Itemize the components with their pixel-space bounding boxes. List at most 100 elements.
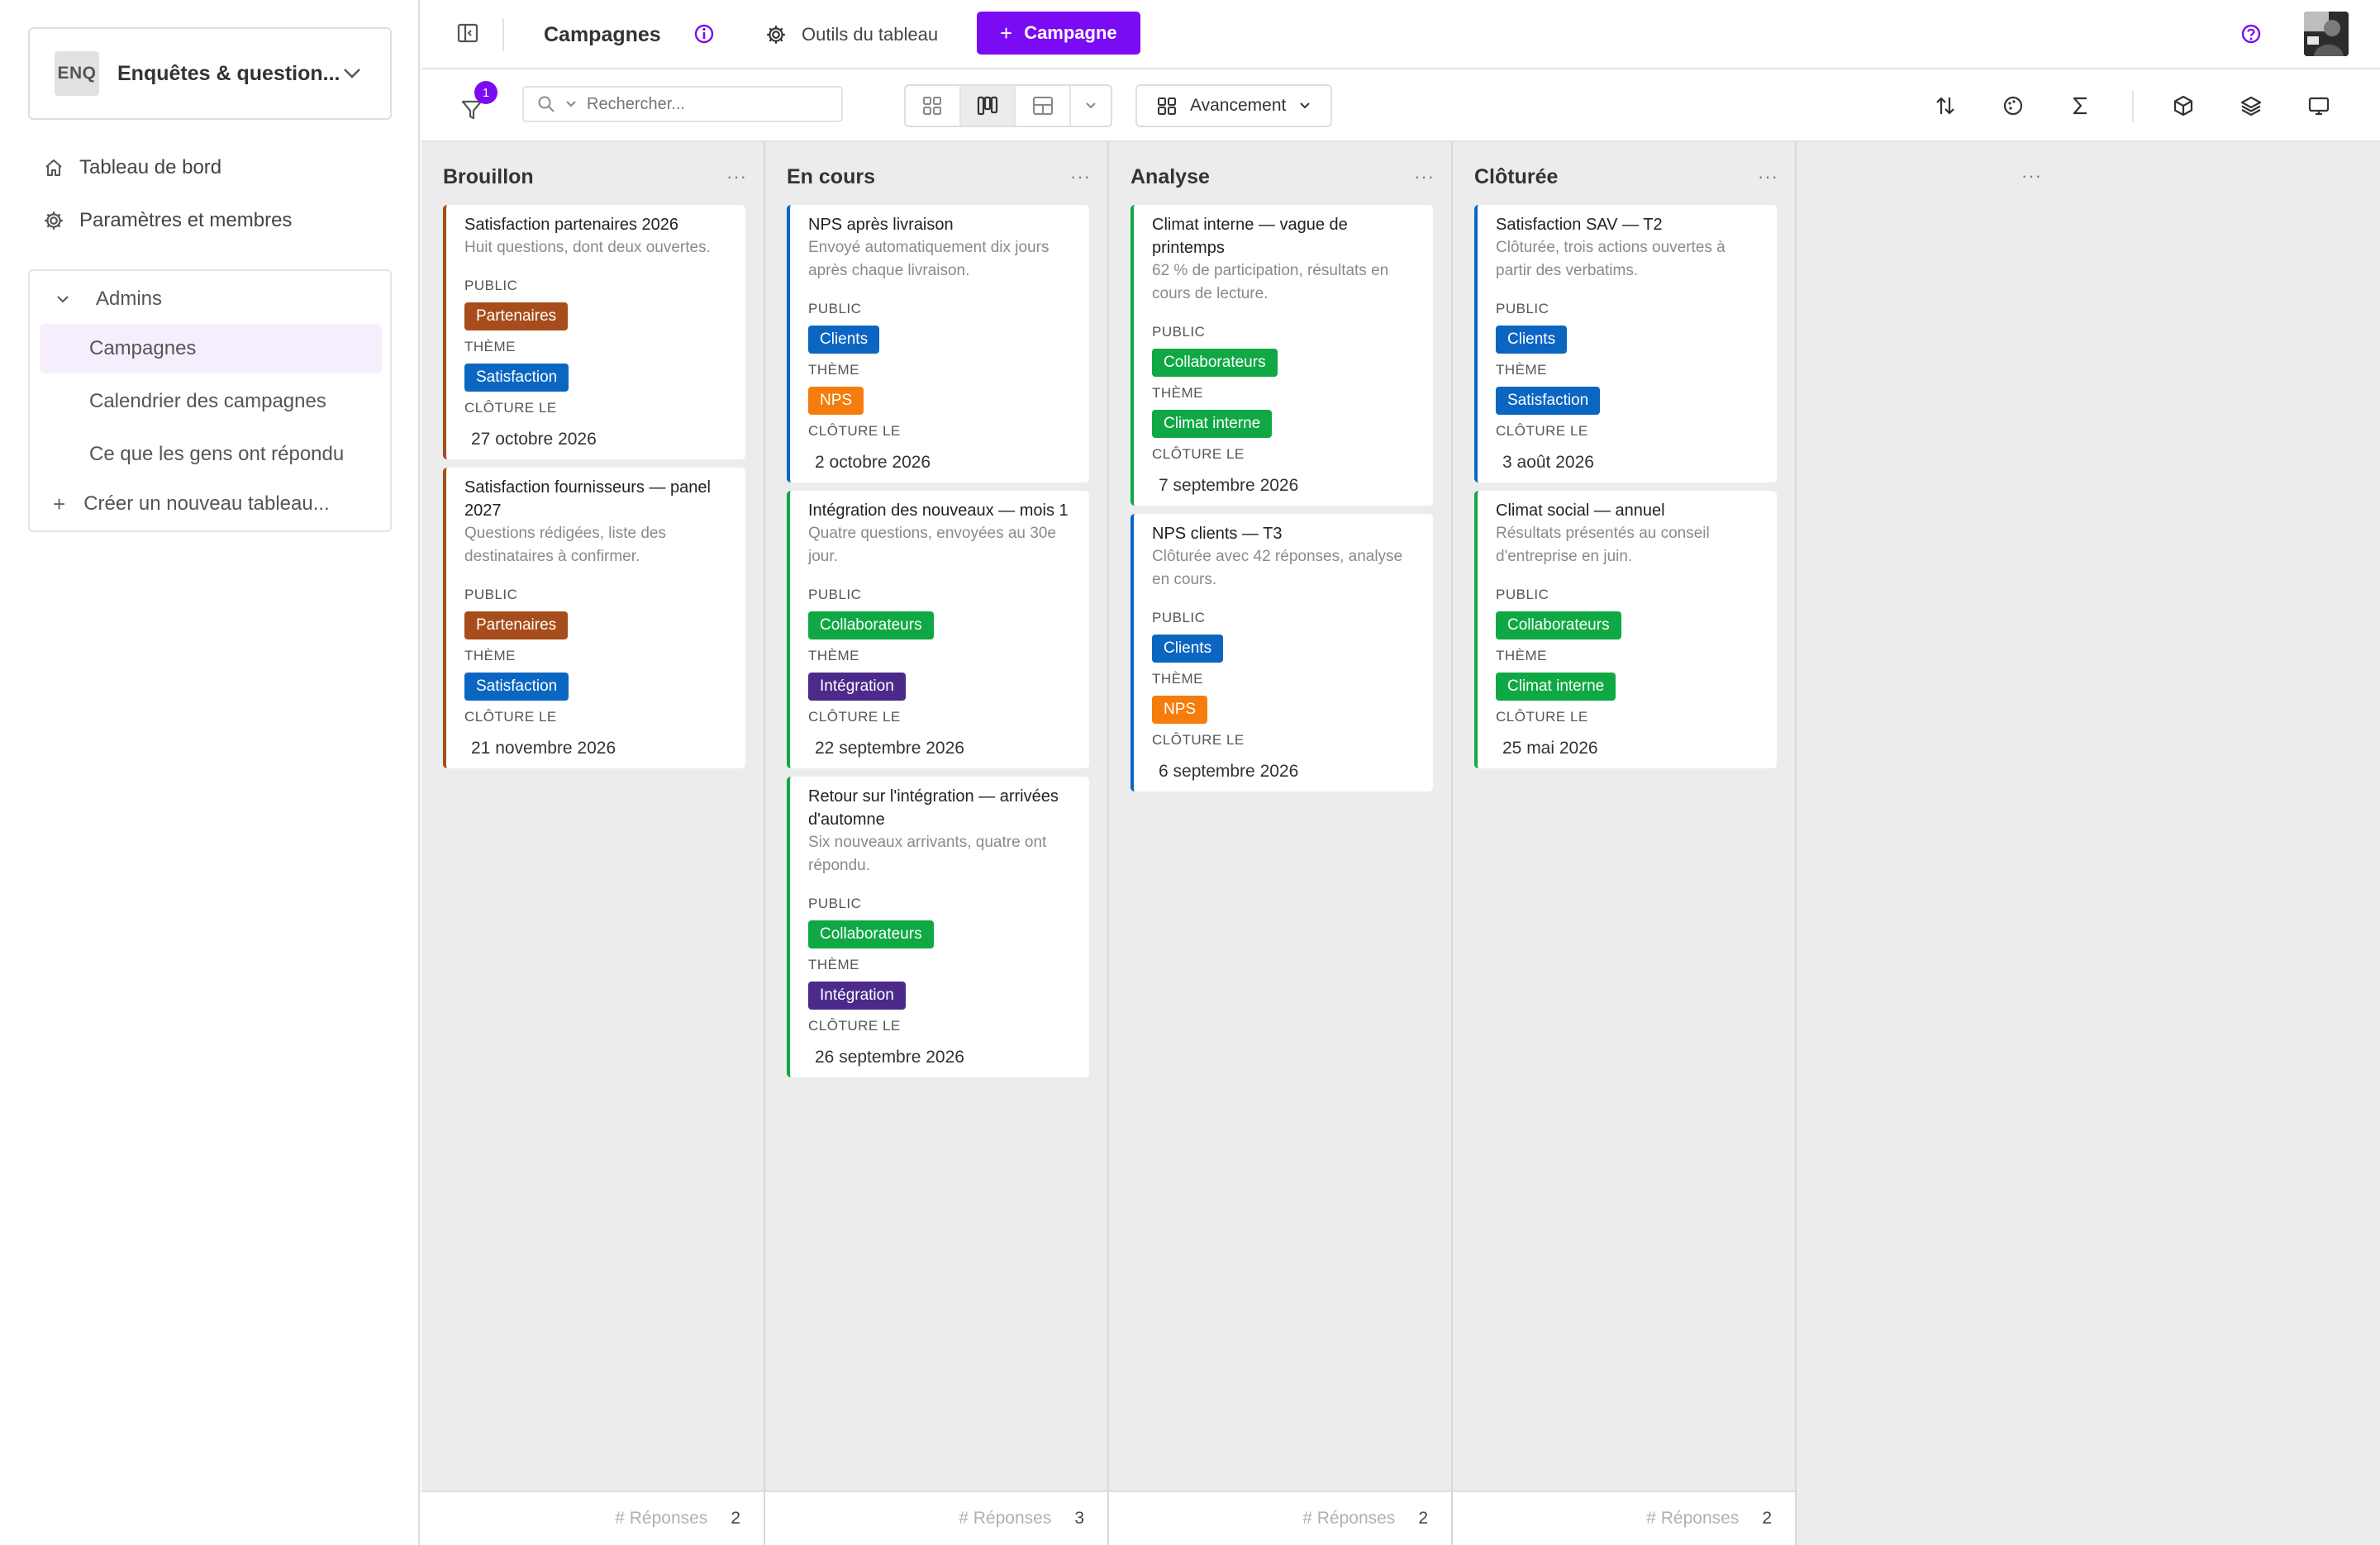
view-more-button[interactable]: [1071, 86, 1111, 126]
chevron-down-icon: [1085, 102, 1097, 110]
kanban-card[interactable]: Satisfaction fournisseurs — panel 2027 Qu…: [443, 468, 745, 768]
kanban-card[interactable]: NPS après livraison Envoyé automatiquemen…: [787, 205, 1089, 483]
summary-button[interactable]: [2064, 89, 2097, 122]
sidebar-group-admins: Admins Campagnes Calendrier des campagne…: [28, 269, 392, 532]
help-icon[interactable]: [2240, 22, 2263, 45]
kanban-card[interactable]: Satisfaction partenaires 2026 Huit questi…: [443, 205, 745, 459]
public-tag-row: Collaborateurs: [1152, 340, 1416, 377]
responses-label: # Réponses: [615, 1509, 708, 1528]
gear-icon: [765, 24, 787, 45]
sidebar-item-calendrier[interactable]: Calendrier des campagnes: [40, 377, 382, 426]
theme-tag-row: Climat interne: [1152, 402, 1416, 438]
public-tag: Clients: [1152, 635, 1224, 663]
grid-icon: [921, 94, 944, 117]
more-icon[interactable]: ···: [1758, 166, 1778, 188]
more-icon[interactable]: ···: [2021, 165, 2042, 187]
close-date: 3 août 2026: [1502, 453, 1594, 472]
field-label-public: PUBLIC: [1152, 610, 1206, 625]
close-date: 26 septembre 2026: [815, 1048, 964, 1067]
board-tools-button[interactable]: Outils du tableau: [765, 18, 938, 51]
more-icon[interactable]: ···: [1070, 166, 1091, 188]
app-root: ENQ Enquêtes & question... Tableau de bo…: [0, 0, 2380, 1545]
public-tag: Clients: [1496, 326, 1568, 354]
kanban-card[interactable]: Satisfaction SAV — T2 Clôturée, trois act…: [1474, 205, 1777, 483]
card-description: Huit questions, dont deux ouvertes.: [464, 239, 711, 256]
monitor-icon: [2307, 94, 2330, 117]
add-campaign-label: Campagne: [1024, 22, 1117, 43]
card-description: 62 % de participation, résultats en cour…: [1152, 262, 1389, 302]
card-title: Retour sur l'intégration — arrivées d'au…: [808, 787, 1059, 829]
card-description: Clôturée, trois actions ouvertes à parti…: [1496, 239, 1726, 279]
column-title: Analyse: [1130, 164, 1210, 188]
kanban-icon: [976, 94, 999, 117]
group-label: Admins: [96, 288, 163, 310]
kanban-card[interactable]: Retour sur l'intégration — arrivées d'au…: [787, 777, 1089, 1077]
more-icon[interactable]: ···: [726, 166, 747, 188]
avatar[interactable]: [2304, 12, 2349, 56]
view-kanban-button[interactable]: [960, 86, 1016, 126]
kanban-card[interactable]: Climat social — annuel Résultats présenté…: [1474, 491, 1777, 768]
kanban-card[interactable]: Climat interne — vague de printemps 62 % …: [1130, 205, 1433, 506]
field-label-public: PUBLIC: [464, 278, 518, 293]
chevron-down-icon[interactable]: [565, 100, 577, 108]
workspace-name: Enquêtes & question...: [117, 61, 339, 85]
search-box[interactable]: [522, 86, 843, 122]
empty-column: ···: [1797, 142, 2380, 1545]
kanban-column: Brouillon ··· Satisfaction partenaires 202…: [421, 142, 765, 1545]
card-description: Quatre questions, envoyées au 30e jour.: [808, 525, 1056, 565]
present-button[interactable]: [2302, 89, 2335, 122]
table-icon: [1031, 94, 1054, 117]
sort-icon: [1934, 94, 1957, 117]
create-board-button[interactable]: + Créer un nouveau tableau...: [53, 486, 330, 522]
column-header: Clôturée ···: [1474, 159, 1778, 195]
kanban-card[interactable]: Intégration des nouveaux — mois 1 Quatre …: [787, 491, 1089, 768]
info-icon[interactable]: [693, 22, 716, 45]
add-campaign-button[interactable]: + Campagne: [977, 12, 1140, 55]
sidebar-item-label: Paramètres et membres: [79, 209, 293, 231]
sort-button[interactable]: [1929, 89, 1962, 122]
theme-tag: Intégration: [808, 673, 906, 701]
topbar: Campagnes Outils du tableau + Campagne: [421, 0, 2380, 69]
card-description: Envoyé automatiquement dix jours après c…: [808, 239, 1050, 279]
field-label-theme: THÈME: [808, 648, 859, 663]
close-date: 21 novembre 2026: [471, 739, 616, 758]
responses-label: # Réponses: [959, 1509, 1052, 1528]
layers-button[interactable]: [2235, 89, 2268, 122]
field-label-public: PUBLIC: [1496, 587, 1549, 602]
sidebar-item-campagnes[interactable]: Campagnes: [40, 324, 382, 373]
view-table-button[interactable]: [1016, 86, 1072, 126]
public-tag-row: Clients: [808, 317, 1073, 354]
create-board-label: Créer un nouveau tableau...: [83, 492, 330, 515]
theme-tag: Satisfaction: [1496, 387, 1601, 415]
palette-icon: [2002, 94, 2025, 117]
group-by-select[interactable]: Avancement: [1135, 84, 1332, 127]
color-button[interactable]: [1997, 89, 2030, 122]
sidebar-item-settings[interactable]: Paramètres et membres: [43, 202, 292, 239]
public-tag-row: Clients: [1496, 317, 1760, 354]
field-label-theme: THÈME: [464, 648, 516, 663]
responses-label: # Réponses: [1302, 1509, 1396, 1528]
filter-count-badge: 1: [474, 81, 497, 104]
responses-label: # Réponses: [1646, 1509, 1740, 1528]
toggle-sidebar-button[interactable]: [456, 21, 479, 49]
public-tag: Collaborateurs: [808, 611, 934, 639]
sidebar-item-dashboard[interactable]: Tableau de bord: [43, 150, 221, 186]
workspace-switcher[interactable]: ENQ Enquêtes & question...: [28, 27, 392, 120]
close-date: 27 octobre 2026: [471, 430, 597, 449]
public-tag: Partenaires: [464, 302, 569, 330]
kanban-card[interactable]: NPS clients — T3 Clôturée avec 42 réponse…: [1130, 514, 1433, 792]
card-title: Climat interne — vague de printemps: [1152, 216, 1348, 257]
column-footer: # Réponses 2: [1453, 1490, 1795, 1545]
kanban-column: Clôturée ··· Satisfaction SAV — T2 Clôturée…: [1453, 142, 1797, 1545]
responses-count: 2: [1418, 1509, 1428, 1528]
view-gallery-button[interactable]: [906, 86, 961, 126]
search-icon: [537, 95, 555, 113]
public-tag-row: Collaborateurs: [1496, 603, 1760, 639]
field-label-closes: CLÔTURE LE: [808, 1018, 901, 1034]
group-toggle[interactable]: Admins: [56, 281, 162, 317]
search-input[interactable]: [587, 94, 785, 114]
sidebar-item-reponses[interactable]: Ce que les gens ont répondu: [40, 430, 382, 479]
column-footer: # Réponses 2: [421, 1490, 764, 1545]
more-icon[interactable]: ···: [1414, 166, 1435, 188]
package-button[interactable]: [2167, 89, 2200, 122]
